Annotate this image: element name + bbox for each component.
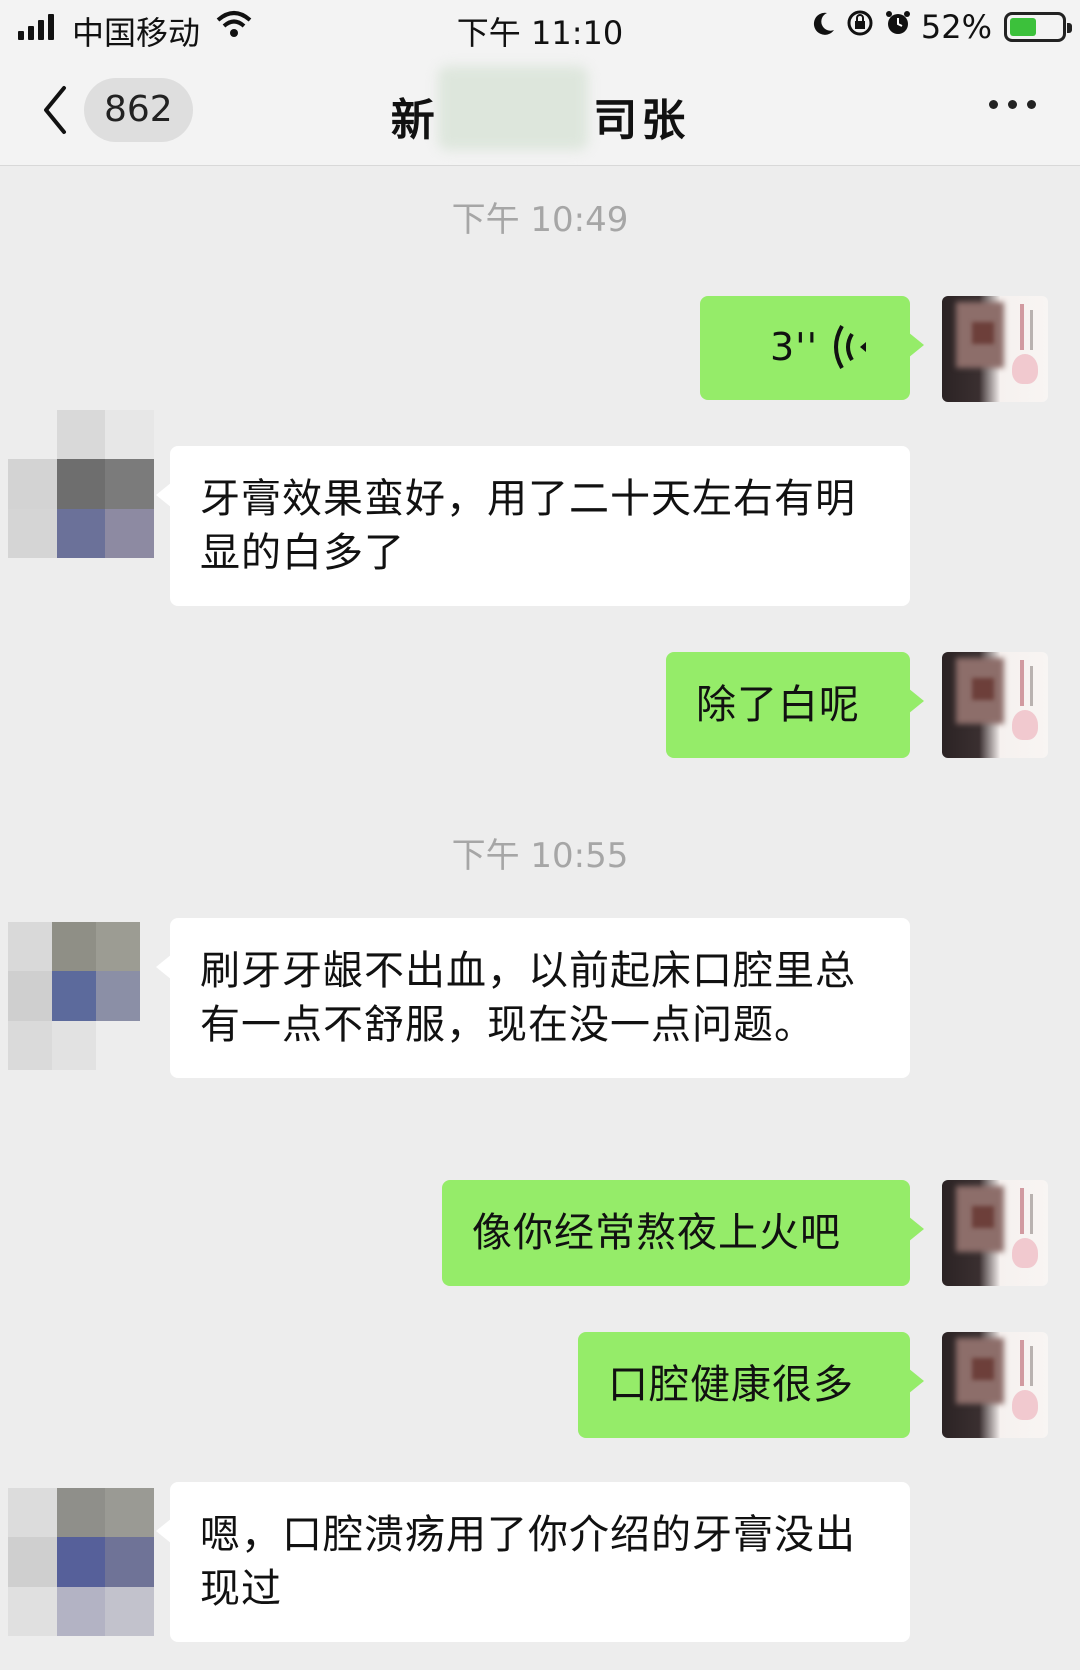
my-avatar[interactable] [942,1332,1048,1438]
voice-wave-icon [830,322,870,386]
message-bubble[interactable]: 刷牙牙龈不出血，以前起床口腔里总有一点不舒服，现在没一点问题。 [156,918,910,1078]
voice-message-bubble[interactable]: 3'' [700,296,924,400]
contact-avatar[interactable] [8,1488,154,1636]
message-timestamp: 下午 10:49 [451,200,629,240]
chat-header: 862 新 司张 [0,58,1080,166]
my-avatar[interactable] [942,652,1048,758]
rotation-lock-icon [845,8,875,46]
message-timestamp: 下午 10:55 [451,836,629,876]
my-avatar[interactable] [942,1180,1048,1286]
alarm-icon [883,8,913,46]
battery-charging-icon [1004,12,1072,42]
message-bubble[interactable]: 像你经常熬夜上火吧 [442,1180,924,1286]
more-dots-icon[interactable] [989,100,1036,109]
contact-avatar[interactable] [8,922,140,1070]
message-bubble[interactable]: 牙膏效果蛮好，用了二十天左右有明显的白多了 [156,446,910,606]
status-bar: 中国移动 下午 11:10 52% [0,0,1080,58]
message-bubble[interactable]: 除了白呢 [666,652,924,758]
message-bubble[interactable]: 嗯，口腔溃疡用了你介绍的牙膏没出现过 [156,1482,910,1642]
message-bubble[interactable]: 口腔健康很多 [578,1332,924,1438]
contact-avatar[interactable] [8,410,154,558]
voice-duration: 3'' [770,325,819,369]
my-avatar[interactable] [942,296,1048,402]
moon-icon [809,8,837,46]
chat-title: 新 司张 [390,95,690,146]
battery-percent: 52% [920,8,992,46]
